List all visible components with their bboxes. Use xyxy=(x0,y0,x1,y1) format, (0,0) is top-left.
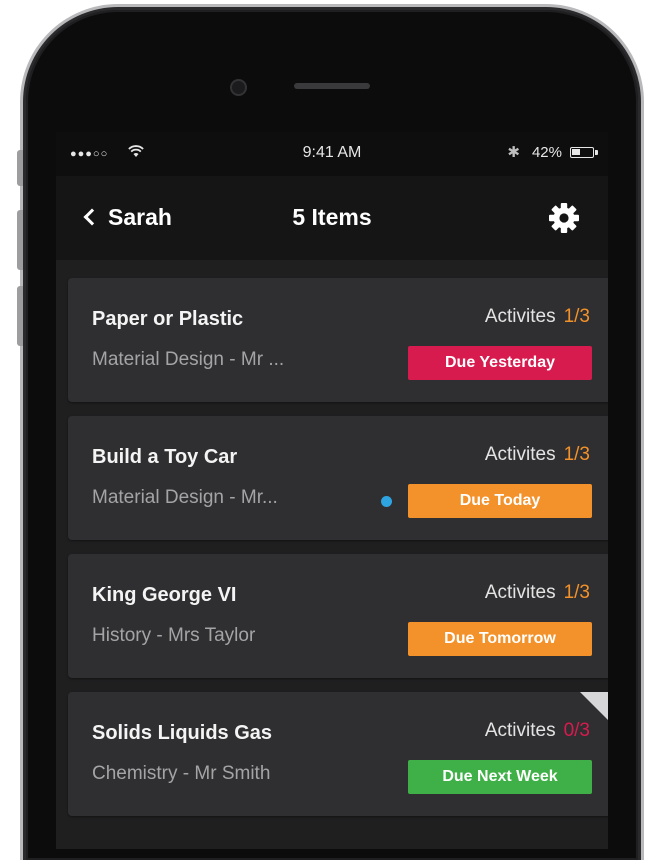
due-badge: Due Today xyxy=(408,484,592,518)
activities-status: Activites 1/3 xyxy=(485,582,590,604)
activities-count: 1/3 xyxy=(563,582,590,603)
earpiece-speaker xyxy=(294,83,370,89)
due-badge: Due Next Week xyxy=(408,760,592,794)
item-subtitle: Material Design - Mr... xyxy=(92,487,278,508)
list-item[interactable]: Solids Liquids Gas Chemistry - Mr Smith … xyxy=(68,692,608,816)
gear-icon[interactable] xyxy=(546,200,582,236)
mute-switch xyxy=(17,150,23,186)
list-item[interactable]: Paper or Plastic Material Design - Mr ..… xyxy=(68,278,608,402)
item-title: Paper or Plastic xyxy=(92,308,244,330)
unread-indicator xyxy=(381,496,392,507)
item-subtitle: History - Mrs Taylor xyxy=(92,625,256,646)
item-title: Solids Liquids Gas xyxy=(92,722,273,744)
front-camera xyxy=(230,79,247,96)
activities-label: Activites xyxy=(484,444,556,465)
list-item[interactable]: King George VI History - Mrs Taylor Acti… xyxy=(68,554,608,678)
item-title: Build a Toy Car xyxy=(92,446,238,468)
item-title: King George VI xyxy=(92,584,237,606)
item-subtitle: Chemistry - Mr Smith xyxy=(92,763,271,784)
battery-level xyxy=(572,149,580,155)
bluetooth-icon: ✱ xyxy=(507,144,520,161)
status-time: 9:41 AM xyxy=(302,144,362,161)
activities-count: 1/3 xyxy=(563,306,590,327)
phone-frame: ●●●○○ 9:41 AM ✱ 42% Sarah 5 Items Paper … xyxy=(17,10,638,860)
item-subtitle: Material Design - Mr ... xyxy=(92,349,285,370)
activities-status: Activites 1/3 xyxy=(485,306,590,328)
navigation-bar: Sarah 5 Items xyxy=(56,176,608,260)
activities-label: Activites xyxy=(484,306,556,327)
volume-down-button xyxy=(17,286,23,346)
due-badge: Due Tomorrow xyxy=(408,622,592,656)
list-item[interactable]: Build a Toy Car Material Design - Mr... … xyxy=(68,416,608,540)
app-screen: ●●●○○ 9:41 AM ✱ 42% Sarah 5 Items Paper … xyxy=(56,132,608,849)
volume-up-button xyxy=(17,210,23,270)
assignment-list: Paper or Plastic Material Design - Mr ..… xyxy=(68,278,608,830)
status-bar: ●●●○○ 9:41 AM ✱ 42% xyxy=(56,132,608,176)
activities-count: 1/3 xyxy=(563,444,590,465)
activities-status: Activites 1/3 xyxy=(485,444,590,466)
due-badge: Due Yesterday xyxy=(408,346,592,380)
battery-tip xyxy=(595,150,598,155)
page-title: 5 Items xyxy=(292,204,372,230)
battery-percentage: 42% xyxy=(531,144,562,161)
activities-label: Activites xyxy=(484,582,556,603)
activities-count: 0/3 xyxy=(563,720,590,741)
activities-label: Activites xyxy=(484,720,556,741)
battery-icon xyxy=(570,147,594,158)
activities-status: Activites 0/3 xyxy=(485,720,590,742)
